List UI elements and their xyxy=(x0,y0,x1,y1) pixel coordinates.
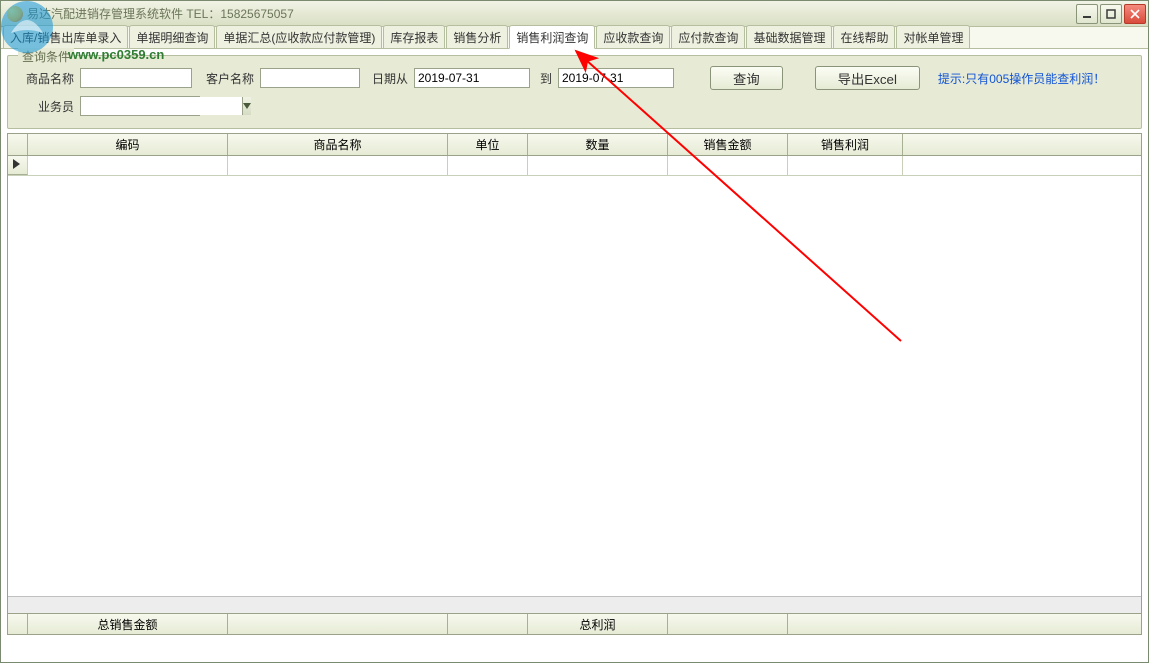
chevron-down-icon xyxy=(243,103,251,109)
filter-groupbox: 查询条件 www.pc0359.cn 商品名称 客户名称 日期从 到 查询 导出… xyxy=(7,55,1142,129)
date-to-label: 到 xyxy=(536,70,552,87)
maximize-button[interactable] xyxy=(1100,4,1122,24)
minimize-button[interactable] xyxy=(1076,4,1098,24)
app-window: 易达汽配进销存管理系统软件 TEL：15825675057 入库/销售出库单录入… xyxy=(0,0,1149,663)
table-row[interactable] xyxy=(8,156,1141,176)
product-label: 商品名称 xyxy=(18,70,74,87)
horizontal-scrollbar[interactable] xyxy=(8,596,1141,613)
tab-basedata[interactable]: 基础数据管理 xyxy=(746,25,832,48)
grid-header: 编码 商品名称 单位 数量 销售金额 销售利润 xyxy=(8,134,1141,156)
tab-help[interactable]: 在线帮助 xyxy=(833,25,895,48)
salesman-dropdown-button[interactable] xyxy=(242,97,251,115)
col-unit[interactable]: 单位 xyxy=(448,134,528,155)
total-profit-value xyxy=(668,614,788,634)
salesman-label: 业务员 xyxy=(18,98,74,115)
footer-spacer-2 xyxy=(788,614,1141,634)
tab-detail-query[interactable]: 单据明细查询 xyxy=(129,25,215,48)
export-button[interactable]: 导出Excel xyxy=(815,66,920,90)
tabbar: 入库/销售出库单录入 单据明细查询 单据汇总(应收款应付款管理) 库存报表 销售… xyxy=(1,27,1148,49)
minimize-icon xyxy=(1082,9,1092,19)
data-grid[interactable]: 编码 商品名称 单位 数量 销售金额 销售利润 xyxy=(7,133,1142,613)
totals-bar: 总销售金额 总利润 xyxy=(7,613,1142,635)
maximize-icon xyxy=(1106,9,1116,19)
titlebar: 易达汽配进销存管理系统软件 TEL：15825675057 xyxy=(1,1,1148,27)
tab-payable[interactable]: 应付款查询 xyxy=(671,25,745,48)
row-selector-header xyxy=(8,134,28,155)
salesman-combo[interactable] xyxy=(80,96,200,116)
tab-profit-query[interactable]: 销售利润查询 xyxy=(509,25,595,49)
col-code[interactable]: 编码 xyxy=(28,134,228,155)
window-title: 易达汽配进销存管理系统软件 TEL：15825675057 xyxy=(27,5,1076,22)
date-to-input[interactable] xyxy=(558,68,674,88)
tab-summary[interactable]: 单据汇总(应收款应付款管理) xyxy=(216,25,382,48)
customer-input[interactable] xyxy=(260,68,360,88)
hint-text: 提示:只有005操作员能查利润！ xyxy=(938,70,1105,87)
total-sales-value xyxy=(228,614,448,634)
footer-spacer-1 xyxy=(448,614,528,634)
col-name[interactable]: 商品名称 xyxy=(228,134,448,155)
date-from-label: 日期从 xyxy=(366,70,408,87)
close-button[interactable] xyxy=(1124,4,1146,24)
tab-stock-report[interactable]: 库存报表 xyxy=(383,25,445,48)
tab-statement[interactable]: 对帐单管理 xyxy=(896,25,970,48)
customer-label: 客户名称 xyxy=(198,70,254,87)
total-profit-label: 总利润 xyxy=(528,614,668,634)
tab-receivable[interactable]: 应收款查询 xyxy=(596,25,670,48)
salesman-input[interactable] xyxy=(81,97,242,115)
query-button[interactable]: 查询 xyxy=(710,66,783,90)
total-sales-label: 总销售金额 xyxy=(28,614,228,634)
col-amount[interactable]: 销售金额 xyxy=(668,134,788,155)
filter-legend: 查询条件 xyxy=(18,48,74,65)
col-qty[interactable]: 数量 xyxy=(528,134,668,155)
date-from-input[interactable] xyxy=(414,68,530,88)
app-icon xyxy=(7,6,23,22)
close-icon xyxy=(1130,9,1140,19)
col-profit[interactable]: 销售利润 xyxy=(788,134,903,155)
current-row-indicator-icon xyxy=(13,159,20,169)
tab-sales-analysis[interactable]: 销售分析 xyxy=(446,25,508,48)
watermark-url: www.pc0359.cn xyxy=(68,47,164,62)
product-input[interactable] xyxy=(80,68,192,88)
tab-entry[interactable]: 入库/销售出库单录入 xyxy=(3,25,128,48)
footer-selector xyxy=(8,614,28,634)
